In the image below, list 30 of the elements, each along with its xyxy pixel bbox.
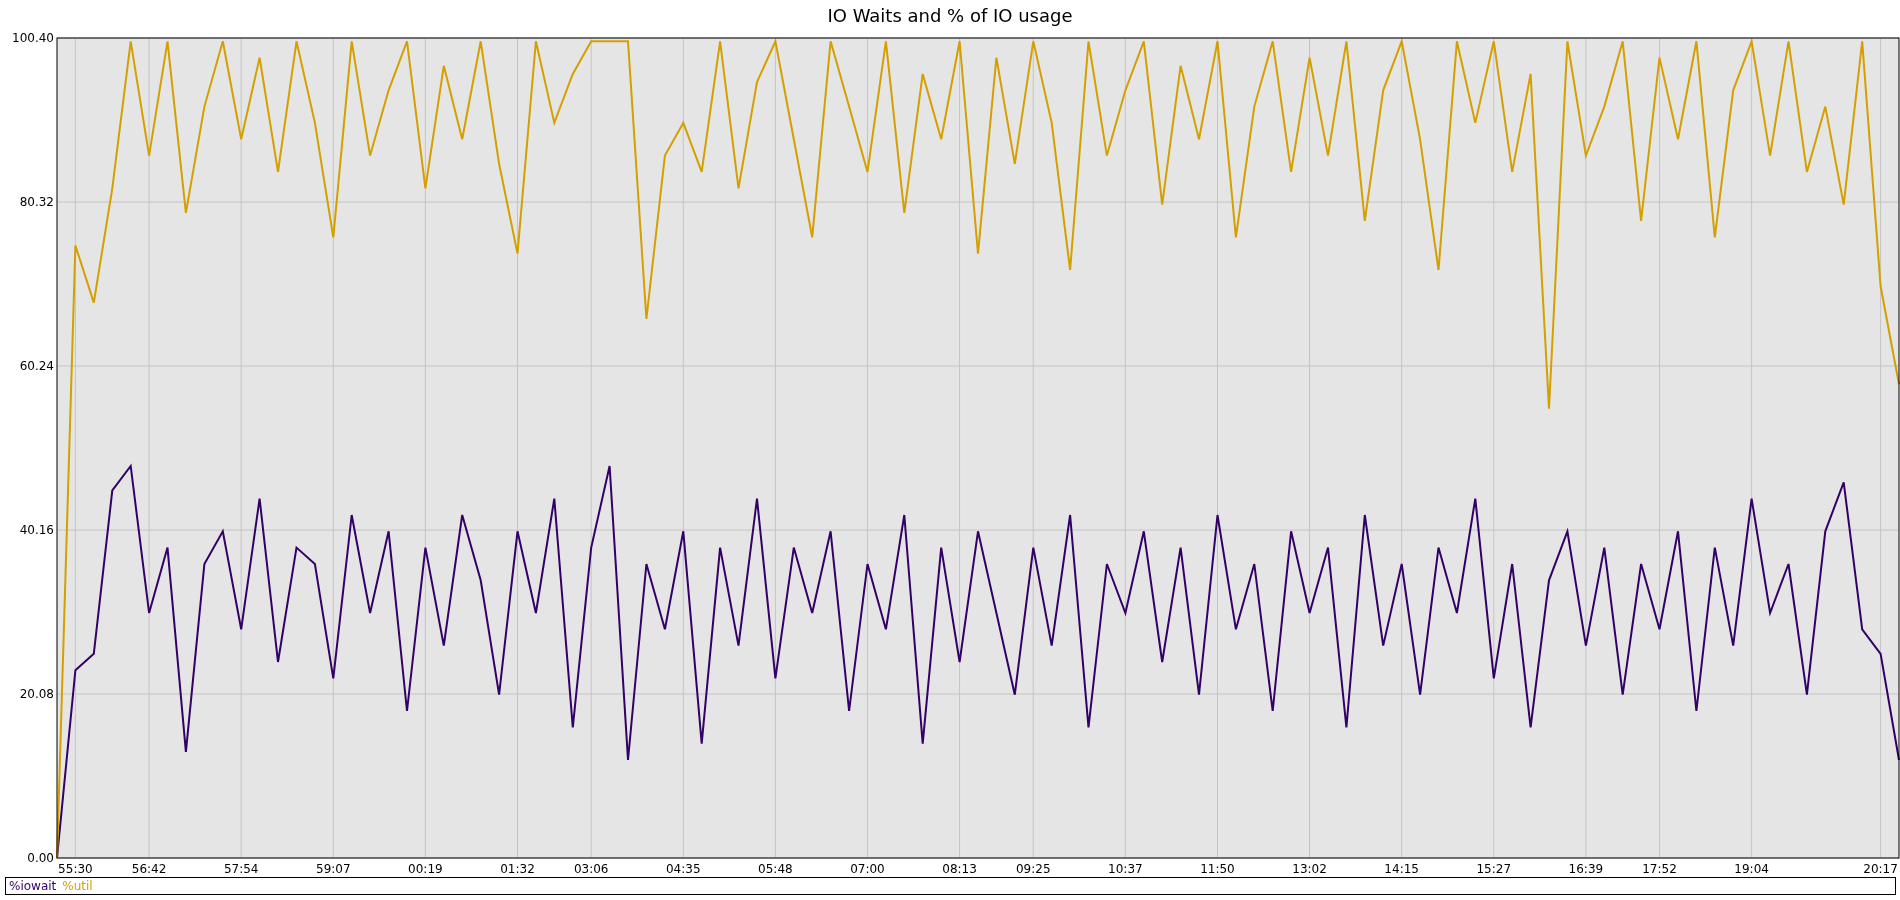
x-tick-label: 20:17 <box>1863 862 1898 876</box>
legend-entry: %util <box>62 879 93 893</box>
x-tick-label: 10:37 <box>1108 862 1143 876</box>
x-tick-label: 55:30 <box>58 862 93 876</box>
x-tick-label: 56:42 <box>131 862 167 876</box>
x-tick-label: 03:06 <box>573 862 609 876</box>
x-tick-label: 57:54 <box>223 862 259 876</box>
x-tick-label: 08:13 <box>942 862 977 876</box>
x-tick-label: 14:15 <box>1384 862 1419 876</box>
y-tick-label: 100.40 <box>12 31 54 45</box>
y-tick-label: 40.16 <box>19 523 54 537</box>
y-tick-label: 0.00 <box>27 851 54 865</box>
x-tick-label: 04:35 <box>666 862 701 876</box>
x-tick-label: 01:32 <box>500 862 535 876</box>
y-tick-label: 80.32 <box>19 195 54 209</box>
x-tick-label: 15:27 <box>1476 862 1512 876</box>
x-tick-label: 05:48 <box>758 862 793 876</box>
x-tick-label: 19:04 <box>1734 862 1769 876</box>
x-tick-label: 11:50 <box>1200 862 1235 876</box>
x-tick-label: 09:25 <box>1015 862 1051 876</box>
chart-title: IO Waits and % of IO usage <box>826 3 1074 28</box>
legend-entry: %iowait <box>9 879 57 893</box>
x-tick-label: 17:52 <box>1642 862 1677 876</box>
x-tick-label: 13:02 <box>1292 862 1327 876</box>
y-tick-label: 20.08 <box>19 687 54 701</box>
x-tick-label: 59:07 <box>316 862 351 876</box>
x-tick-label: 00:19 <box>408 862 443 876</box>
x-tick-label: 16:39 <box>1568 862 1604 876</box>
x-tick-label: 07:00 <box>850 862 885 876</box>
y-tick-label: 60.24 <box>19 359 54 373</box>
